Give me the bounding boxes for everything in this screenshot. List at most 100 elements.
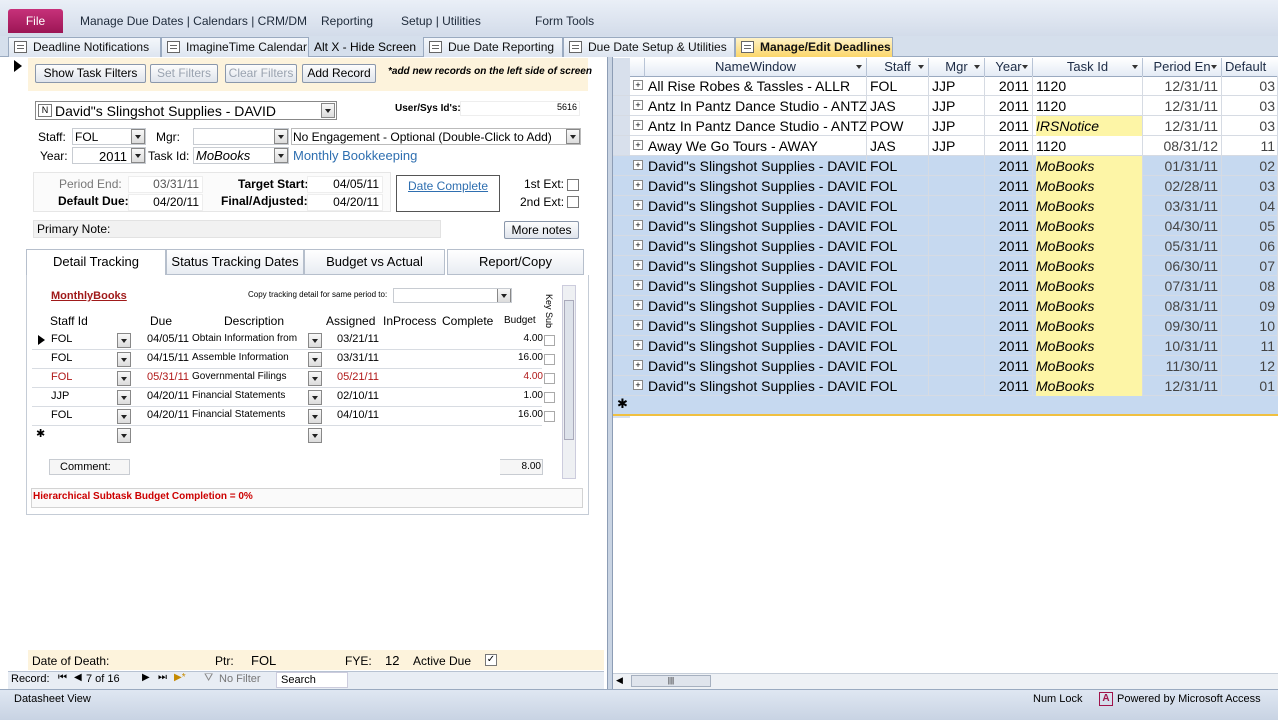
expand-icon[interactable]: +	[633, 340, 643, 350]
datasheet-cell-mgr[interactable]	[932, 176, 985, 196]
datasheet-cell-staff[interactable]: FOL	[870, 256, 929, 276]
ext2-checkbox[interactable]	[567, 196, 579, 208]
show-task-filters-button[interactable]: Show Task Filters	[35, 64, 146, 83]
datasheet-row[interactable]: + David"s Slingshot Supplies - DAVID FOL 20…	[613, 316, 1278, 336]
detail-cell-description[interactable]: Financial Statements	[192, 409, 298, 420]
header-default[interactable]: Default	[1222, 58, 1278, 77]
chevron-down-icon[interactable]	[308, 352, 322, 367]
chevron-down-icon[interactable]	[117, 333, 131, 348]
expand-icon[interactable]: +	[633, 160, 643, 170]
datasheet-cell-period-en[interactable]: 09/30/11	[1146, 316, 1222, 336]
datasheet-row[interactable]: + David"s Slingshot Supplies - DAVID FOL 20…	[613, 196, 1278, 216]
datasheet-cell-period-en[interactable]: 04/30/11	[1146, 216, 1222, 236]
funnel-icon[interactable]: ⛛	[204, 672, 213, 685]
datasheet-cell-mgr[interactable]	[932, 156, 985, 176]
horizontal-scrollbar[interactable]: ◀ |||	[613, 673, 1278, 689]
datasheet-cell-staff[interactable]: JAS	[870, 96, 929, 116]
chevron-down-icon[interactable]	[117, 371, 131, 386]
year-combobox[interactable]: 2011	[72, 147, 146, 164]
datasheet-cell-default[interactable]: 11	[1225, 136, 1278, 156]
detail-cell-staff-id[interactable]: FOL	[51, 409, 105, 421]
datasheet-cell-period-en[interactable]: 12/31/11	[1146, 96, 1222, 116]
datasheet-cell-mgr[interactable]	[932, 196, 985, 216]
datasheet-cell-default[interactable]: 03	[1225, 96, 1278, 116]
datasheet-cell-year[interactable]: 2011	[988, 376, 1033, 396]
tab-imaginetime-calendar[interactable]: ImagineTime Calendar	[161, 37, 309, 57]
chevron-down-icon[interactable]	[131, 148, 145, 163]
datasheet-cell-year[interactable]: 2011	[988, 276, 1033, 296]
tab-budget-vs-actual[interactable]: Budget vs Actual	[304, 249, 445, 275]
datasheet-cell-year[interactable]: 2011	[988, 176, 1033, 196]
datasheet-cell-namewindow[interactable]: David"s Slingshot Supplies - DAVID	[648, 336, 867, 356]
datasheet-cell-namewindow[interactable]: Away We Go Tours - AWAY	[648, 136, 867, 156]
datasheet-cell-mgr[interactable]	[932, 376, 985, 396]
datasheet-row[interactable]: + David"s Slingshot Supplies - DAVID FOL 20…	[613, 236, 1278, 256]
key-sub-checkbox[interactable]	[544, 392, 555, 403]
datasheet-row[interactable]: + David"s Slingshot Supplies - DAVID FOL 20…	[613, 156, 1278, 176]
dropdown-arrow-icon[interactable]	[1132, 65, 1138, 69]
datasheet-cell-mgr[interactable]	[932, 236, 985, 256]
expand-icon[interactable]: +	[633, 80, 643, 90]
chevron-down-icon[interactable]	[274, 148, 288, 163]
datasheet-cell-default[interactable]: 03	[1225, 116, 1278, 136]
datasheet-row[interactable]: + David"s Slingshot Supplies - DAVID FOL 20…	[613, 376, 1278, 396]
last-record-icon[interactable]: ⏭	[158, 672, 167, 683]
alt-x-hide-screen[interactable]: Alt X - Hide Screen	[314, 40, 416, 54]
detail-cell-budget[interactable]: 16.00	[501, 409, 543, 420]
expand-icon[interactable]: +	[633, 300, 643, 310]
datasheet-cell-year[interactable]: 2011	[988, 336, 1033, 356]
detail-cell-budget[interactable]: 4.00	[501, 333, 543, 344]
chevron-down-icon[interactable]	[308, 428, 322, 443]
datasheet-cell-staff[interactable]: FOL	[870, 216, 929, 236]
datasheet-cell-default[interactable]: 04	[1225, 196, 1278, 216]
menu-setup-utilities[interactable]: Setup | Utilities	[401, 14, 481, 28]
expand-icon[interactable]: +	[633, 280, 643, 290]
detail-cell-assigned[interactable]: 04/10/11	[326, 409, 379, 421]
datasheet-cell-default[interactable]: 12	[1225, 356, 1278, 376]
datasheet-cell-namewindow[interactable]: David"s Slingshot Supplies - DAVID	[648, 196, 867, 216]
header-namewindow[interactable]: NameWindow	[645, 58, 867, 77]
detail-cell-due[interactable]: 04/05/11	[137, 333, 189, 345]
datasheet-cell-namewindow[interactable]: David"s Slingshot Supplies - DAVID	[648, 156, 867, 176]
menu-manage-due-dates[interactable]: Manage Due Dates | Calendars | CRM/DM	[80, 14, 307, 28]
datasheet-cell-period-en[interactable]: 01/31/11	[1146, 156, 1222, 176]
expand-icon[interactable]: +	[633, 140, 643, 150]
detail-cell-staff-id[interactable]: FOL	[51, 333, 105, 345]
detail-cell-assigned[interactable]: 03/21/11	[326, 333, 379, 345]
detail-cell-budget[interactable]: 4.00	[501, 371, 543, 382]
key-sub-checkbox[interactable]	[544, 335, 555, 346]
datasheet-cell-default[interactable]: 06	[1225, 236, 1278, 256]
chevron-down-icon[interactable]	[308, 409, 322, 424]
taskid-combobox[interactable]: MoBooks	[193, 147, 289, 164]
tab-deadline-notifications[interactable]: Deadline Notifications	[8, 37, 161, 57]
chevron-down-icon[interactable]	[131, 129, 145, 144]
chevron-down-icon[interactable]	[566, 129, 580, 144]
chevron-down-icon[interactable]	[308, 371, 322, 386]
datasheet-cell-task-id[interactable]: MoBooks	[1036, 156, 1143, 176]
datasheet-cell-mgr[interactable]: JJP	[932, 116, 985, 136]
expand-icon[interactable]: +	[633, 240, 643, 250]
datasheet-cell-year[interactable]: 2011	[988, 156, 1033, 176]
expand-icon[interactable]: +	[633, 360, 643, 370]
datasheet-cell-period-en[interactable]: 12/31/11	[1146, 376, 1222, 396]
header-task-id[interactable]: Task Id	[1033, 58, 1143, 77]
datasheet-cell-mgr[interactable]: JJP	[932, 136, 985, 156]
datasheet-row[interactable]: + All Rise Robes & Tassles - ALLR FOL JJP 20…	[613, 76, 1278, 96]
record-position[interactable]: 7 of 16	[86, 673, 120, 685]
target-start-field[interactable]: 04/05/11	[307, 176, 383, 193]
header-mgr[interactable]: Mgr	[929, 58, 985, 77]
datasheet-cell-year[interactable]: 2011	[988, 196, 1033, 216]
datasheet-cell-period-en[interactable]: 02/28/11	[1146, 176, 1222, 196]
expand-icon[interactable]: +	[633, 260, 643, 270]
datasheet-cell-mgr[interactable]	[932, 316, 985, 336]
datasheet-cell-default[interactable]: 10	[1225, 316, 1278, 336]
datasheet-cell-task-id[interactable]: MoBooks	[1036, 256, 1143, 276]
detail-cell-assigned[interactable]: 03/31/11	[326, 352, 379, 364]
datasheet-cell-namewindow[interactable]: Antz In Pantz Dance Studio - ANTZ	[648, 96, 867, 116]
file-tab[interactable]: File	[8, 9, 63, 33]
key-sub-checkbox[interactable]	[544, 373, 555, 384]
expand-icon[interactable]: +	[633, 380, 643, 390]
menu-reporting[interactable]: Reporting	[321, 14, 373, 28]
dropdown-arrow-icon[interactable]	[856, 65, 862, 69]
datasheet-cell-period-en[interactable]: 08/31/11	[1146, 296, 1222, 316]
